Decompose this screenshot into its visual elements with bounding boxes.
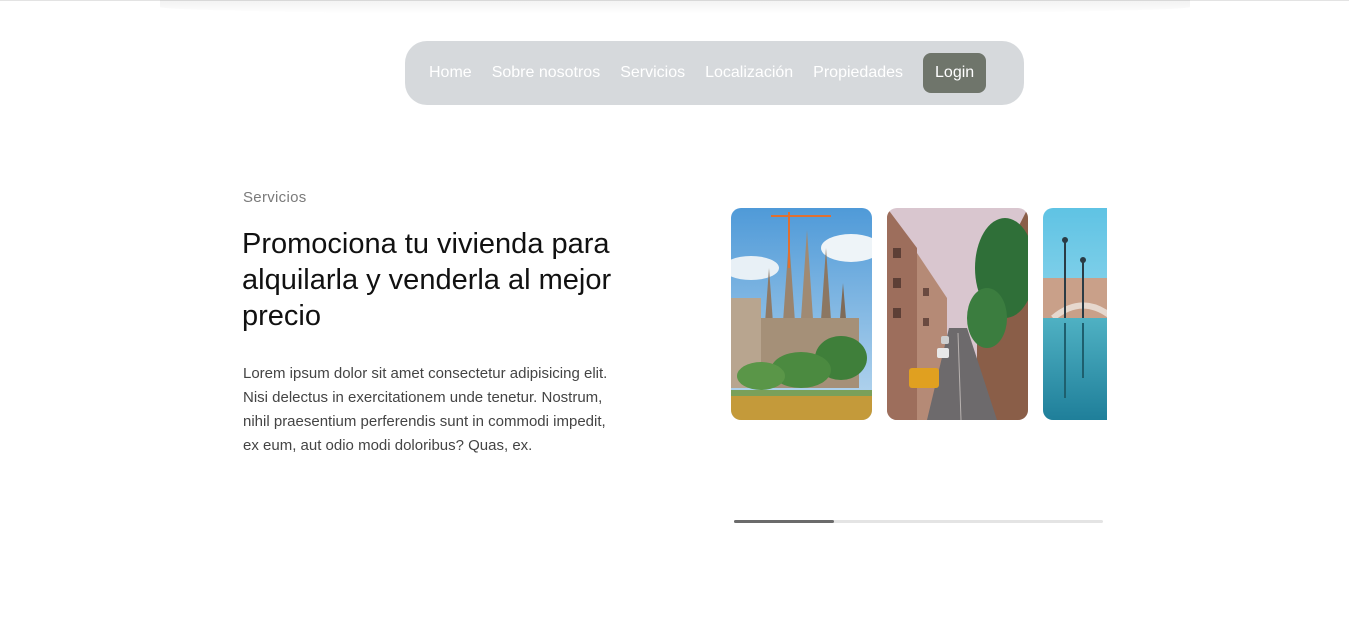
carousel-scrollbar-thumb[interactable]: [734, 520, 834, 523]
login-button[interactable]: Login: [923, 53, 987, 93]
carousel-scrollbar[interactable]: [734, 520, 1103, 523]
nav-link-properties[interactable]: Propiedades: [813, 64, 903, 82]
header-shadow: [160, 0, 1190, 14]
nav-link-home[interactable]: Home: [429, 64, 472, 82]
nav-link-about[interactable]: Sobre nosotros: [492, 64, 601, 82]
canal-image: [1043, 208, 1107, 420]
section-eyebrow: Servicios: [243, 189, 307, 206]
street-image: [887, 208, 1028, 420]
carousel-card-street[interactable]: [887, 208, 1028, 420]
cathedral-image: [731, 208, 872, 420]
carousel-card-canal[interactable]: [1043, 208, 1107, 420]
nav-link-services[interactable]: Servicios: [620, 64, 685, 82]
carousel-card-cathedral[interactable]: [731, 208, 872, 420]
section-title: Promociona tu vivienda para alquilarla y…: [242, 228, 612, 332]
nav-link-location[interactable]: Localización: [705, 64, 793, 82]
section-body: Lorem ipsum dolor sit amet consectetur a…: [243, 365, 608, 454]
image-carousel[interactable]: [731, 208, 1107, 420]
main-nav: Home Sobre nosotros Servicios Localizaci…: [405, 41, 1024, 105]
